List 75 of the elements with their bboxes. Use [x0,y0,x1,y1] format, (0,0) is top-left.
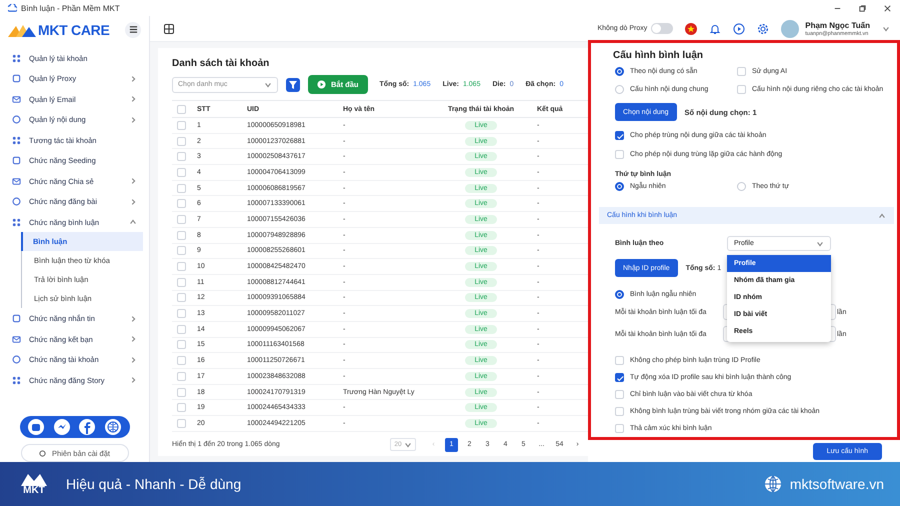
logo-icon [19,472,49,486]
row-checkbox[interactable] [177,324,186,334]
user-name: Phạm Ngọc Tuấn [805,20,870,30]
checkbox[interactable] [615,373,624,382]
brand-name: MKT CARE [38,22,110,38]
app-icon [8,4,17,12]
row-checkbox[interactable] [177,199,186,208]
circle-icon [39,450,46,457]
row-checkbox[interactable] [177,152,186,162]
row-checkbox[interactable] [177,168,186,177]
row-checkbox[interactable] [177,184,186,193]
settings-icon[interactable] [757,22,770,34]
menu-item-icon [12,54,21,63]
row-checkbox[interactable] [177,356,186,366]
radio-button[interactable] [615,290,624,299]
restore-icon[interactable] [858,4,867,12]
row-checkbox[interactable] [177,418,186,428]
menu-item-icon [12,136,21,145]
row-checkbox[interactable] [177,372,186,381]
messenger-icon[interactable] [54,419,70,436]
chevron-icon [264,80,272,88]
avatar[interactable] [781,20,800,38]
row-checkbox[interactable] [177,293,186,302]
grid-icon[interactable] [164,24,174,34]
row-checkbox[interactable] [177,278,186,287]
menu-item-icon [12,334,21,344]
chevron-icon [404,440,412,449]
chevron-icon [816,240,824,248]
chevron-icon [878,212,886,220]
section-title: Cấu hình bình luận [613,50,704,61]
menu-item-icon [12,94,21,104]
menu-item-icon [12,376,21,385]
robot-icon[interactable] [28,419,44,436]
row-checkbox[interactable] [177,230,186,240]
website-link[interactable]: mktsoftware.vn [790,476,884,492]
flag-icon[interactable] [685,22,698,34]
row-checkbox[interactable] [177,246,186,256]
menu-item-icon [12,176,21,186]
row-checkbox[interactable] [177,309,186,318]
menu-icon [128,25,138,34]
menu-item-icon [12,355,21,364]
globe-icon [764,475,782,493]
window-title: Bình luận - Phần Mềm MKT [21,4,120,12]
row-checkbox[interactable] [177,403,186,412]
logo-icon [8,22,36,37]
close-icon[interactable] [883,4,892,12]
bell-icon[interactable] [709,22,722,34]
proxy-toggle[interactable] [651,23,674,34]
slogan: Hiệu quả - Nhanh - Dễ dùng [66,476,242,492]
list-title: Danh sách tài khoản [172,58,270,69]
row-checkbox[interactable] [177,340,186,350]
menu-item-icon [12,314,21,324]
play-icon [317,80,326,89]
play-icon[interactable] [733,22,746,34]
row-checkbox[interactable] [177,214,186,224]
menu-item-icon [12,156,21,166]
radio-button[interactable] [615,67,624,76]
row-checkbox[interactable] [177,262,186,272]
menu-item-icon [12,115,21,124]
facebook-icon[interactable] [79,419,96,436]
row-checkbox[interactable] [177,388,186,397]
radio-button[interactable] [615,182,624,191]
globe-icon[interactable] [104,419,121,436]
checkbox[interactable] [615,131,624,140]
menu-item-icon [12,218,21,227]
row-checkbox[interactable] [177,120,186,130]
caret-icon [882,24,890,32]
banner-logo-text: MKT [23,486,45,496]
select-all-checkbox[interactable] [177,104,186,114]
menu-item-icon [12,74,21,84]
filter-button[interactable] [286,78,300,92]
menu-item-icon [12,197,21,206]
row-checkbox[interactable] [177,136,186,146]
menu-button[interactable] [125,22,141,38]
filter-icon [289,80,297,88]
